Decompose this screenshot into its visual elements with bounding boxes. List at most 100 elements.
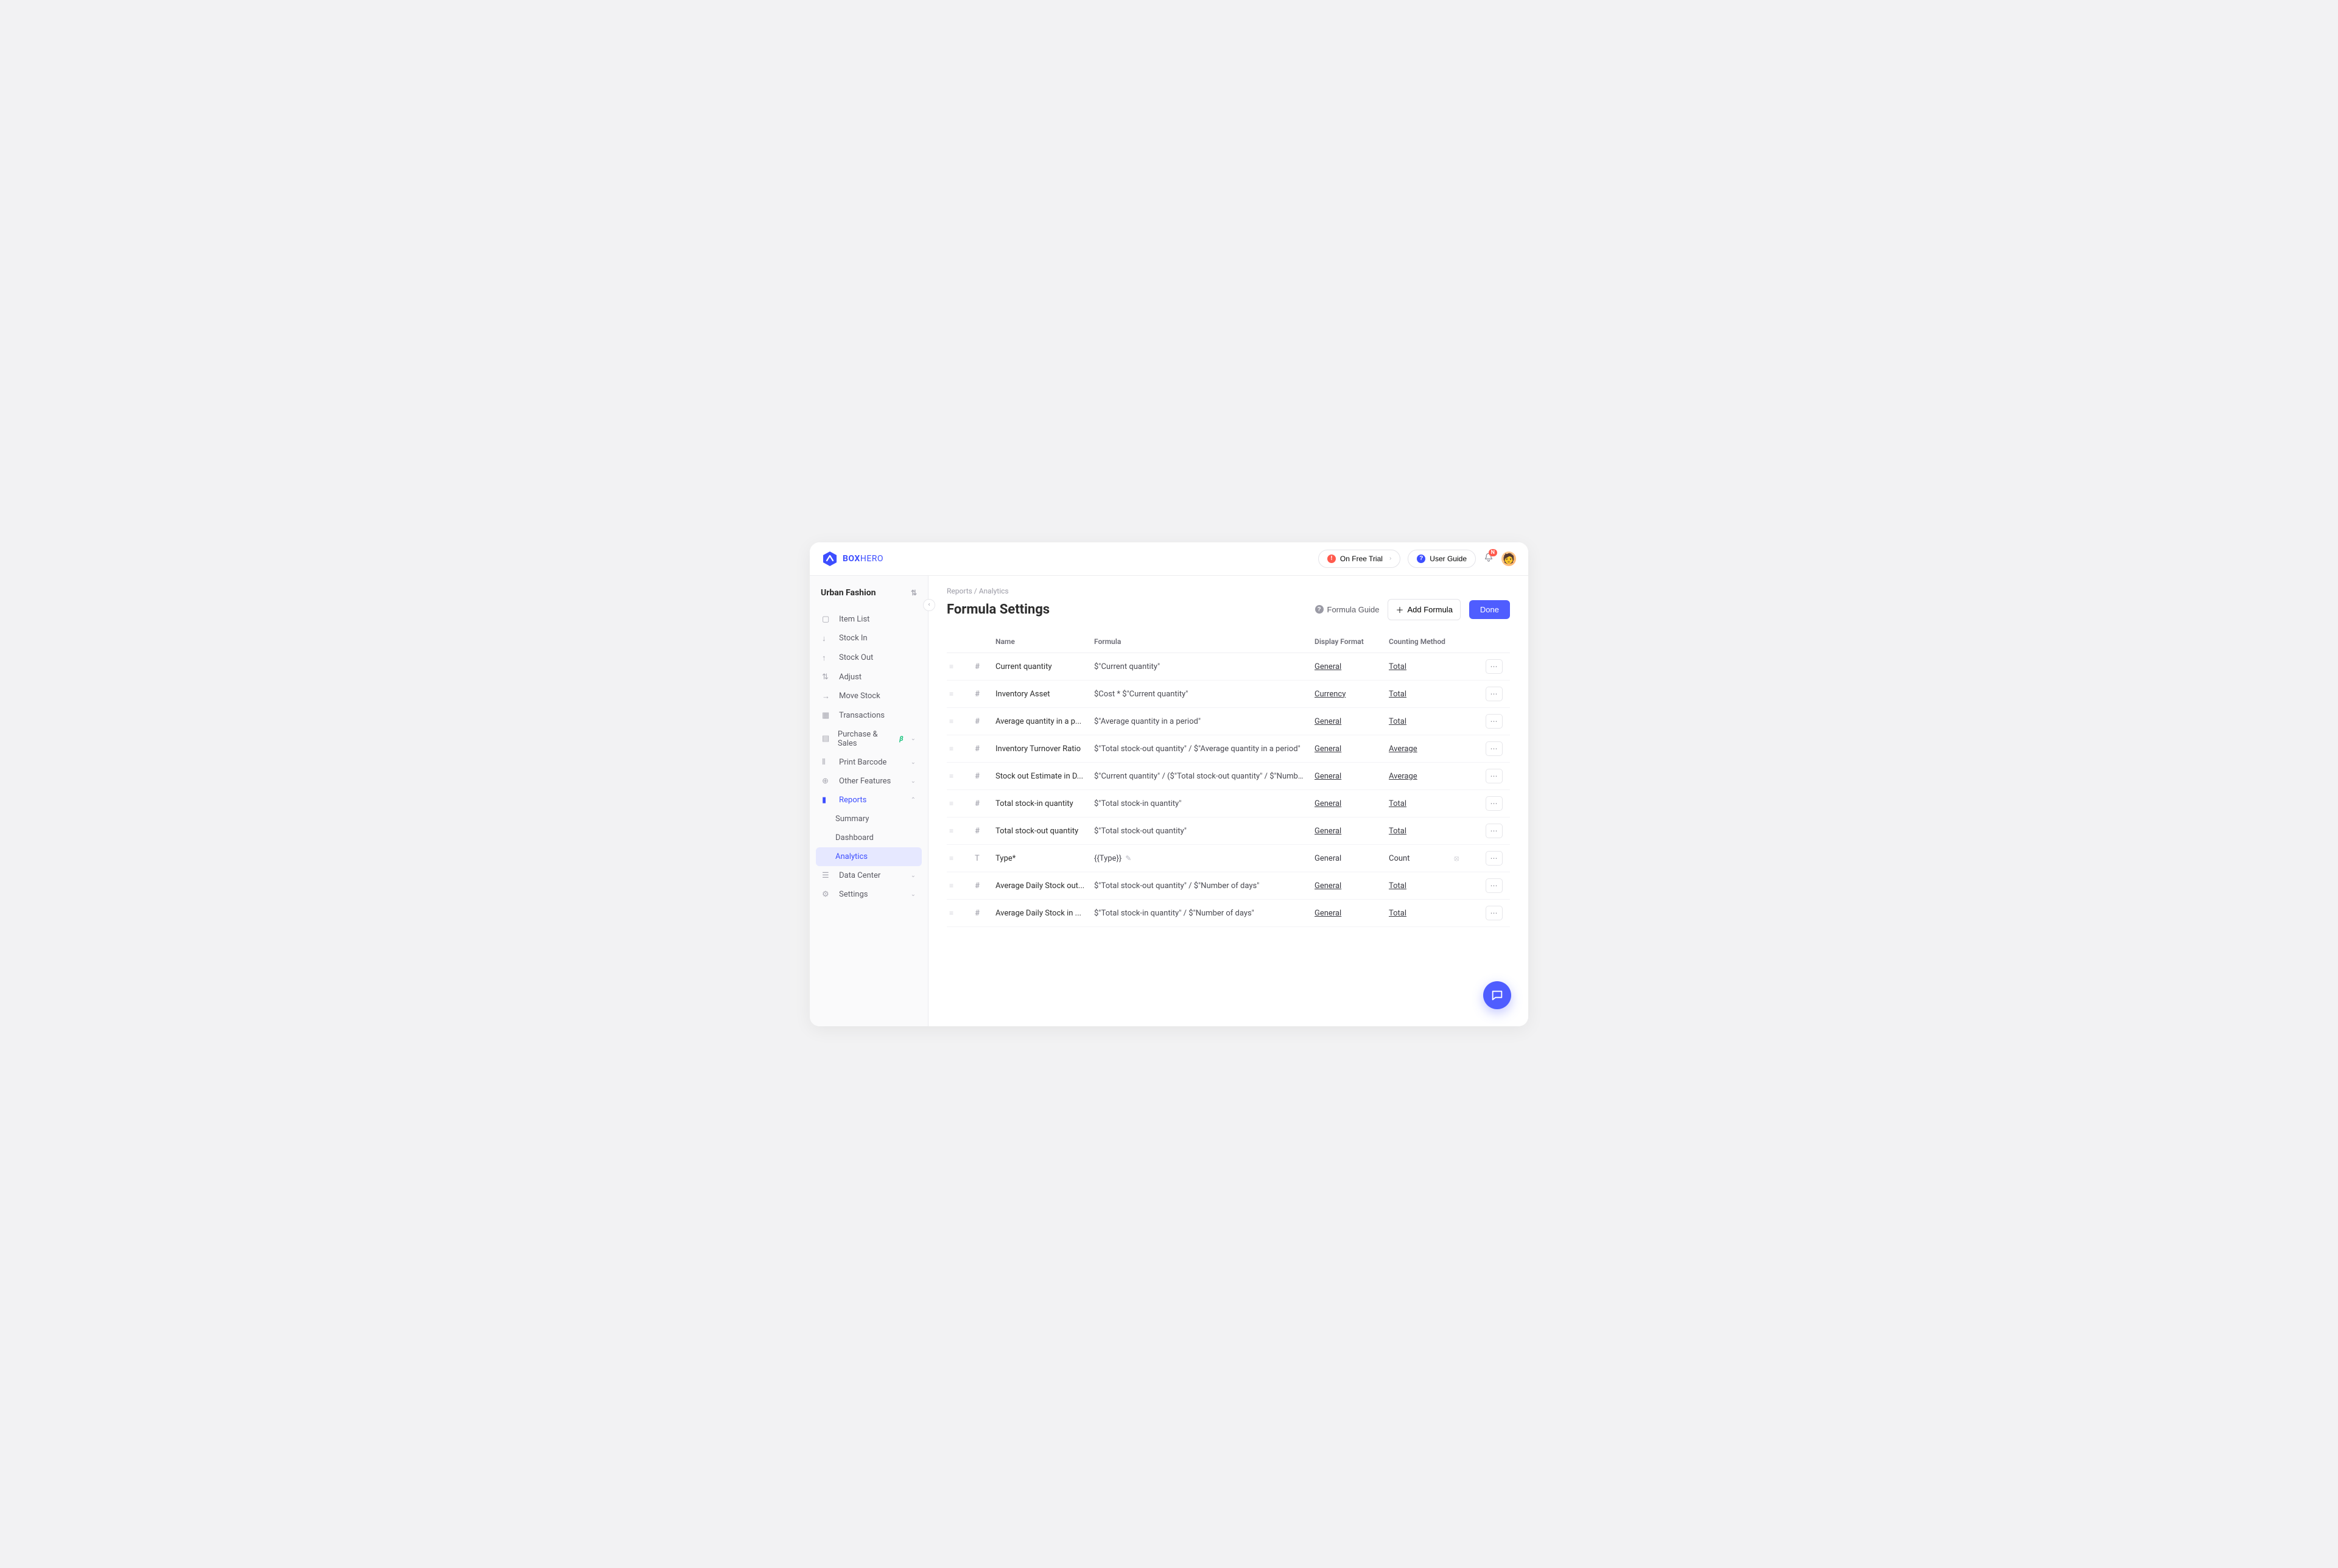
sidebar-item-reports[interactable]: ▮Reports⌃ [816,791,922,810]
drag-handle-icon[interactable]: ≡ [949,744,967,753]
formula-expression[interactable]: $"Total stock-out quantity" [1094,827,1307,836]
counting-method[interactable]: Total [1389,662,1447,671]
row-menu-button[interactable]: ⋯ [1486,878,1503,893]
formula-name[interactable]: Total stock-in quantity [995,799,1087,808]
row-menu-button[interactable]: ⋯ [1486,824,1503,838]
team-switcher[interactable]: Urban Fashion ⇅ [816,584,922,606]
formula-table: Name Formula Display Format Counting Met… [947,631,1510,928]
trial-button[interactable]: ! On Free Trial › [1318,550,1400,568]
display-format[interactable]: General [1315,744,1381,754]
table-row: ≡#Total stock-out quantity$"Total stock-… [947,817,1510,845]
sidebar-item-label: Stock Out [839,653,873,662]
formula-expression[interactable]: $"Total stock-out quantity" / $"Average … [1094,744,1307,754]
sidebar-item-settings[interactable]: ⚙Settings⌄ [816,885,922,904]
formula-expression[interactable]: $"Total stock-in quantity" / $"Number of… [1094,909,1307,918]
display-format[interactable]: Currency [1315,690,1381,699]
sidebar-item-stock-in[interactable]: ↓Stock In [816,629,922,648]
formula-expression[interactable]: $"Total stock-in quantity" [1094,799,1307,808]
row-menu-button[interactable]: ⋯ [1486,714,1503,729]
display-format[interactable]: General [1315,717,1381,726]
formula-expression[interactable]: $"Current quantity" / ($"Total stock-out… [1094,772,1307,781]
trial-label: On Free Trial [1340,555,1383,563]
text-type-icon: T [975,854,988,863]
formula-name[interactable]: Inventory Asset [995,690,1087,699]
done-button[interactable]: Done [1469,600,1510,619]
counting-method[interactable]: Total [1389,717,1447,726]
drag-handle-icon[interactable]: ≡ [949,662,967,671]
chart-icon: ▮ [822,796,832,805]
row-menu-button[interactable]: ⋯ [1486,687,1503,701]
counting-method[interactable]: Average [1389,744,1447,754]
sidebar-item-move-stock[interactable]: →Move Stock [816,687,922,706]
formula-name[interactable]: Type* [995,854,1087,863]
counting-method[interactable]: Average [1389,772,1447,781]
sidebar-item-label: Summary [835,814,869,824]
counting-method[interactable]: Total [1389,827,1447,836]
breadcrumb[interactable]: Reports / Analytics [947,587,1510,595]
sidebar-item-print-barcode[interactable]: ⦀Print Barcode⌄ [816,753,922,772]
row-menu-button[interactable]: ⋯ [1486,741,1503,756]
drag-handle-icon[interactable]: ≡ [949,827,967,835]
sidebar-item-adjust[interactable]: ⇅Adjust [816,668,922,687]
counting-method[interactable]: Total [1389,881,1447,891]
col-name: Name [995,637,1087,646]
row-menu-button[interactable]: ⋯ [1486,906,1503,920]
formula-expression[interactable]: $"Average quantity in a period" [1094,717,1307,726]
formula-name[interactable]: Inventory Turnover Ratio [995,744,1087,754]
row-menu-button[interactable]: ⋯ [1486,659,1503,674]
chat-fab[interactable] [1483,981,1511,1009]
team-name: Urban Fashion [821,588,876,598]
sidebar-item-purchase-sales[interactable]: ▤Purchase & Salesβ⌄ [816,725,922,753]
drag-handle-icon[interactable]: ≡ [949,799,967,808]
counting-method[interactable]: Total [1389,690,1447,699]
display-format[interactable]: General [1315,662,1381,671]
edit-icon[interactable]: ✎ [1125,854,1131,863]
notifications-button[interactable]: N [1483,552,1494,565]
sidebar-item-data-center[interactable]: ☰Data Center⌄ [816,866,922,885]
chevron-down-icon: ⌄ [911,778,916,785]
alert-icon: ! [1327,555,1336,563]
formula-guide-button[interactable]: ? Formula Guide [1315,605,1380,614]
sidebar-item-analytics[interactable]: Analytics [816,847,922,866]
user-guide-button[interactable]: ? User Guide [1408,550,1476,568]
drag-handle-icon[interactable]: ≡ [949,772,967,780]
row-menu-button[interactable]: ⋯ [1486,851,1503,866]
row-menu-button[interactable]: ⋯ [1486,796,1503,811]
collapse-sidebar-button[interactable]: ‹ [923,599,935,611]
sidebar-item-summary[interactable]: Summary [816,810,922,828]
counting-method[interactable]: Total [1389,799,1447,808]
sidebar-item-dashboard[interactable]: Dashboard [816,828,922,847]
sidebar-item-transactions[interactable]: ▦Transactions [816,706,922,725]
formula-expression[interactable]: {{Type}}✎ [1094,854,1307,863]
logo[interactable]: BOXHERO [822,551,883,567]
visibility-icon[interactable]: ⦻ [1454,854,1478,863]
display-format[interactable]: General [1315,909,1381,918]
formula-expression[interactable]: $"Current quantity" [1094,662,1307,671]
add-formula-button[interactable]: ＋ Add Formula [1388,599,1460,620]
display-format[interactable]: General [1315,827,1381,836]
receipt-icon: ▦ [822,711,832,720]
formula-name[interactable]: Average Daily Stock in ... [995,909,1087,918]
formula-name[interactable]: Stock out Estimate in D... [995,772,1087,781]
formula-name[interactable]: Average Daily Stock out... [995,881,1087,891]
sidebar-item-other-features[interactable]: ⊕Other Features⌄ [816,772,922,791]
row-menu-button[interactable]: ⋯ [1486,769,1503,783]
sidebar-item-item-list[interactable]: ▢Item List [816,610,922,629]
sidebar-item-label: Other Features [839,777,891,786]
formula-name[interactable]: Average quantity in a p... [995,717,1087,726]
drag-handle-icon[interactable]: ≡ [949,690,967,698]
drag-handle-icon[interactable]: ≡ [949,717,967,726]
formula-expression[interactable]: $"Total stock-out quantity" / $"Number o… [1094,881,1307,891]
sidebar-item-stock-out[interactable]: ↑Stock Out [816,648,922,668]
display-format[interactable]: General [1315,799,1381,808]
formula-expression[interactable]: $Cost * $"Current quantity" [1094,690,1307,699]
formula-name[interactable]: Current quantity [995,662,1087,671]
formula-name[interactable]: Total stock-out quantity [995,827,1087,836]
drag-handle-icon[interactable]: ≡ [949,909,967,917]
counting-method[interactable]: Total [1389,909,1447,918]
display-format[interactable]: General [1315,881,1381,891]
display-format[interactable]: General [1315,772,1381,781]
avatar[interactable]: 🧑 [1501,551,1516,566]
drag-handle-icon[interactable]: ≡ [949,881,967,890]
drag-handle-icon[interactable]: ≡ [949,854,967,863]
